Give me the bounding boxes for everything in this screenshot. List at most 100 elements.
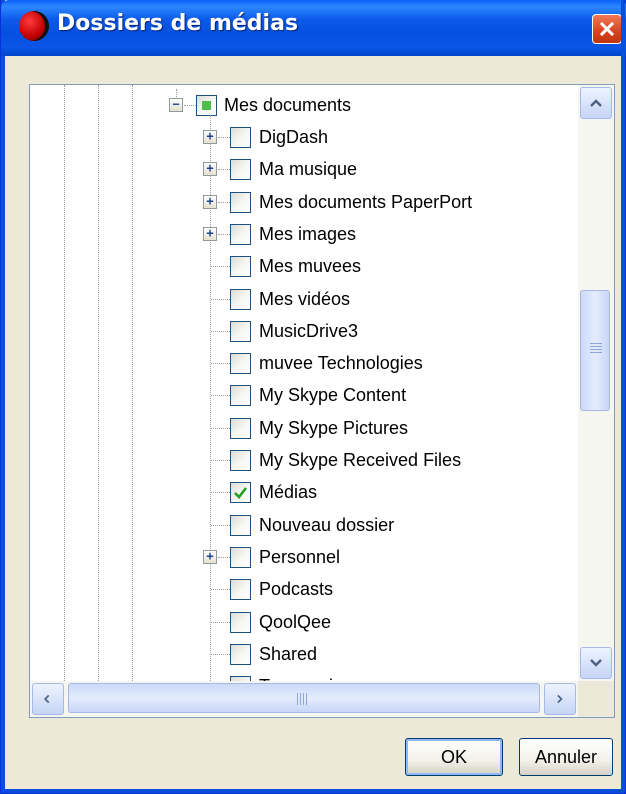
scroll-down-button[interactable] <box>580 647 612 679</box>
folder-checkbox[interactable] <box>230 482 251 504</box>
close-x-icon <box>599 21 615 37</box>
vertical-scroll-thumb[interactable] <box>580 290 610 411</box>
folder-checkbox[interactable] <box>230 191 251 213</box>
vertical-scrollbar[interactable] <box>578 85 614 681</box>
tree-item-label: Mes muvees <box>259 256 362 277</box>
folder-checkbox[interactable] <box>230 450 251 471</box>
tree-row[interactable]: My Skype Content <box>30 379 578 411</box>
tree-connector <box>184 105 196 106</box>
parent-checkbox[interactable] <box>196 95 217 116</box>
tree-connector <box>211 460 230 461</box>
tree-item-label: Ma musique <box>259 159 358 180</box>
tree-item-label: My Skype Pictures <box>259 417 409 438</box>
tree-connector <box>218 137 230 138</box>
tree-connector <box>211 524 230 526</box>
scroll-up-button[interactable] <box>580 87 612 119</box>
folder-checkbox[interactable] <box>230 546 251 568</box>
folder-checkbox[interactable] <box>230 288 251 310</box>
expand-icon[interactable]: + <box>203 130 217 144</box>
tree-connector <box>211 653 230 655</box>
tree-item-label: My Skype Received Files <box>259 450 462 470</box>
tree-row[interactable]: MusicDrive3 <box>30 315 578 347</box>
tree-row[interactable]: + Personnel <box>30 541 578 573</box>
horizontal-scrollbar[interactable] <box>30 681 578 717</box>
tree-connector <box>211 427 230 429</box>
folder-checkbox[interactable] <box>230 417 251 439</box>
tree-row[interactable]: QoolQee <box>30 606 578 638</box>
tree-item-label: Médias <box>259 482 318 503</box>
tree-row[interactable]: + Ma musique <box>30 153 578 185</box>
folder-checkbox[interactable] <box>230 385 251 407</box>
tree-item-label: Shared <box>259 643 318 664</box>
tree-row[interactable]: Mes muvees <box>30 250 578 282</box>
tree-connector <box>211 266 230 268</box>
horizontal-scroll-thumb[interactable] <box>68 683 540 713</box>
tree-item-label: MusicDrive3 <box>259 320 359 341</box>
tree-connector <box>211 330 230 332</box>
expand-icon[interactable]: + <box>203 549 217 564</box>
folder-checkbox[interactable] <box>230 514 251 536</box>
folder-checkbox[interactable] <box>230 223 251 245</box>
tree-item-label: QoolQee <box>259 611 332 632</box>
tree-row[interactable]: + Mes documents PaperPort <box>30 186 578 218</box>
tree-item-label: Personnel <box>259 546 341 567</box>
tree-row-parent[interactable]: − Mes documents <box>30 89 578 121</box>
window-title: Dossiers de médias <box>57 11 299 36</box>
scroll-right-button[interactable] <box>544 683 576 715</box>
chevron-right-icon <box>557 694 563 704</box>
tree-connector <box>211 492 230 494</box>
expand-icon[interactable]: + <box>203 162 217 177</box>
tree-item-label: Nouveau dossier <box>259 514 395 535</box>
collapse-icon[interactable]: − <box>169 98 183 112</box>
tree-item-label: Mes documents <box>224 95 352 115</box>
tree-row[interactable]: Médias <box>30 476 578 508</box>
tree-item-label: Mes documents PaperPort <box>259 191 473 212</box>
tree-connector <box>218 169 230 171</box>
tree-item-label: DigDash <box>259 127 329 147</box>
checkmark-icon <box>234 487 248 500</box>
folder-checkbox[interactable] <box>230 579 251 601</box>
tree-connector <box>218 201 230 203</box>
tree-row[interactable]: + DigDash <box>30 121 578 153</box>
ok-button[interactable]: OK <box>405 738 503 776</box>
chevron-left-icon <box>43 694 50 704</box>
tree-viewport: − Mes documents + DigDash + Ma musique + Mes … <box>30 85 578 681</box>
folder-checkbox[interactable] <box>230 256 251 278</box>
expand-icon[interactable]: + <box>203 226 217 241</box>
folder-tree: − Mes documents + DigDash + Ma musique + Mes … <box>29 84 615 718</box>
scroll-left-button[interactable] <box>32 683 64 715</box>
tree-row[interactable]: Podcasts <box>30 573 578 605</box>
grip-icon <box>297 693 307 705</box>
folder-checkbox[interactable] <box>230 353 251 375</box>
chevron-up-icon <box>590 99 602 107</box>
tree-row[interactable]: Shared <box>30 638 578 670</box>
tree-item-label: My Skype Content <box>259 385 407 406</box>
media-folders-dialog: Dossiers de médias − Mes documents + DigD… <box>0 0 626 794</box>
chevron-down-icon <box>590 659 602 667</box>
folder-checkbox[interactable] <box>230 127 251 148</box>
folder-checkbox[interactable] <box>230 159 251 181</box>
tree-item-label: Mes images <box>259 223 357 244</box>
red-circle-icon <box>19 11 49 41</box>
folder-checkbox[interactable] <box>230 320 251 342</box>
tree-row[interactable]: Nouveau dossier <box>30 509 578 541</box>
tree-row[interactable]: My Skype Pictures <box>30 412 578 444</box>
tree-row[interactable]: + Mes images <box>30 218 578 250</box>
tree-connector <box>211 395 230 397</box>
tree-row[interactable]: Temporaire <box>30 670 578 681</box>
scrollbar-corner <box>578 681 614 717</box>
tree-connector <box>211 589 230 591</box>
tree-row[interactable]: muvee Technologies <box>30 347 578 379</box>
close-button[interactable] <box>592 14 622 44</box>
tree-connector <box>211 621 230 623</box>
title-bar[interactable]: Dossiers de médias <box>1 0 626 56</box>
folder-checkbox[interactable] <box>230 643 251 665</box>
tree-row[interactable]: My Skype Received Files <box>30 444 578 476</box>
tree-connector <box>211 298 230 300</box>
cancel-button[interactable]: Annuler <box>519 738 613 776</box>
folder-checkbox[interactable] <box>230 611 251 633</box>
tree-connector <box>211 363 230 365</box>
expand-icon[interactable]: + <box>203 194 217 209</box>
tree-row[interactable]: Mes vidéos <box>30 283 578 315</box>
tree-connector <box>218 556 230 558</box>
